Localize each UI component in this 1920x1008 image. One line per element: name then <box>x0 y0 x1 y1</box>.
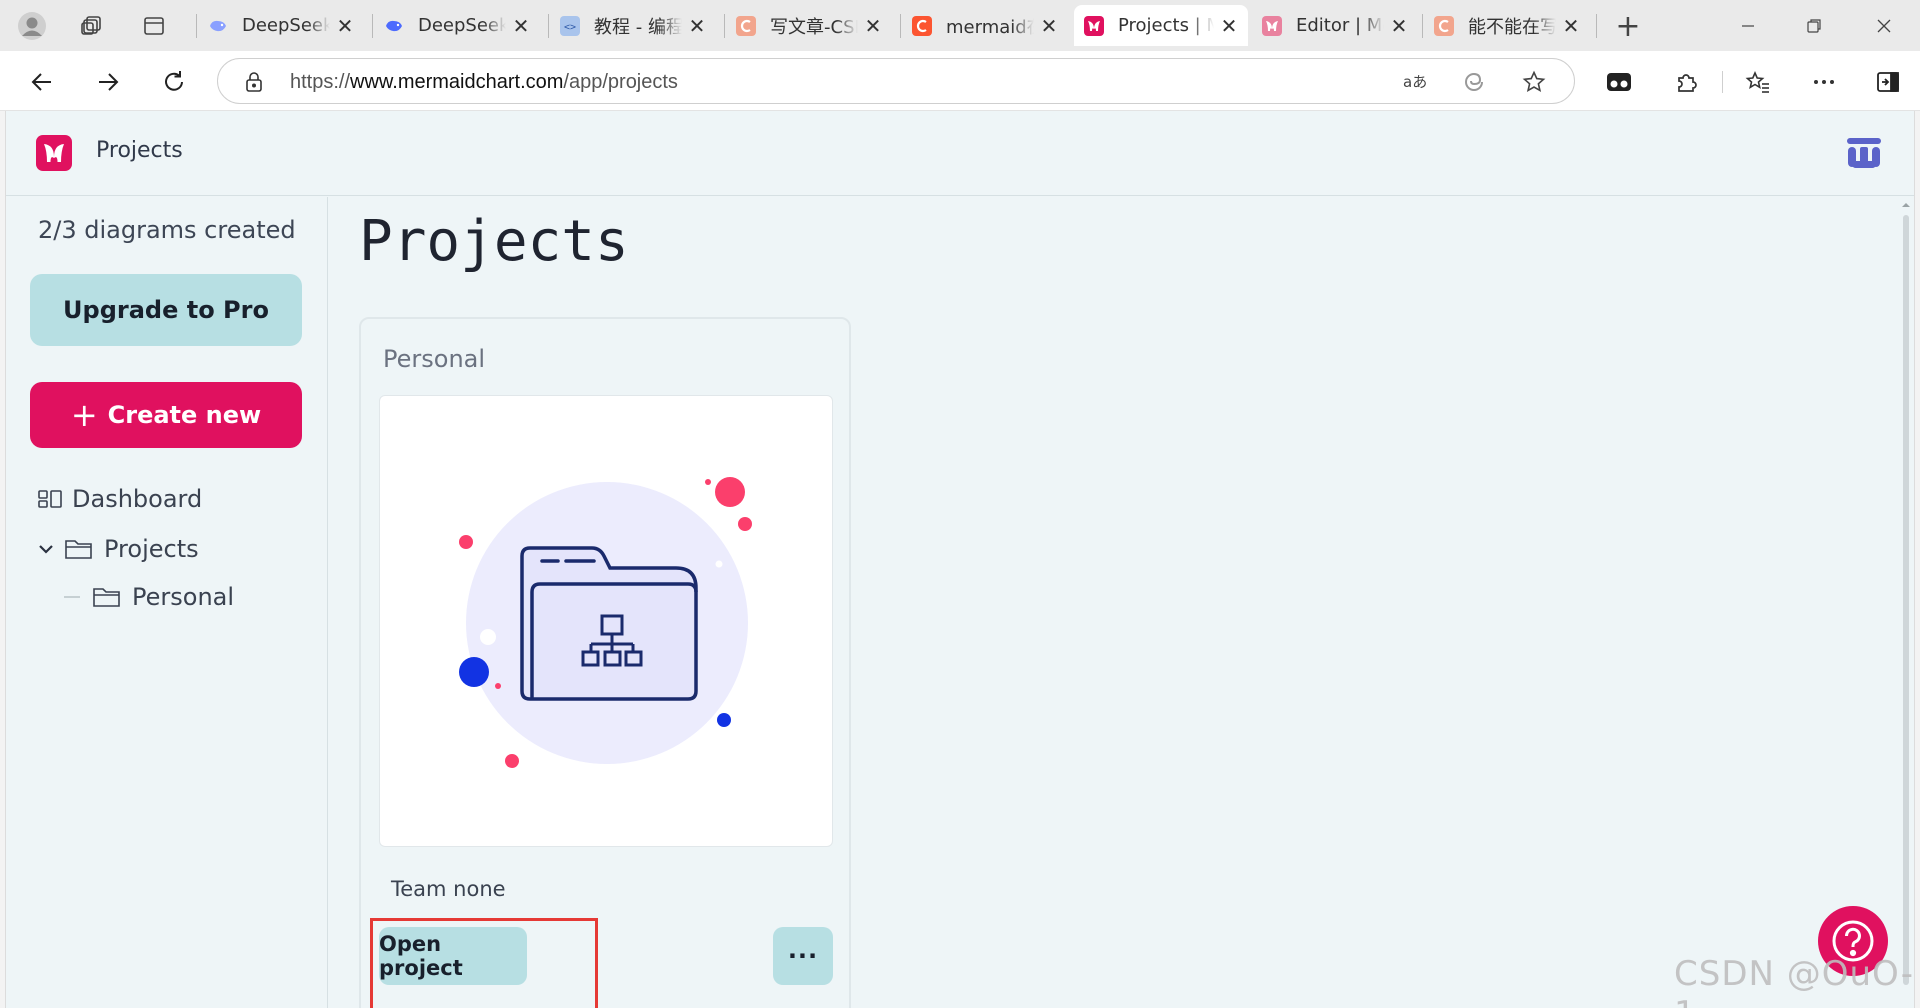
forward-button[interactable] <box>90 64 126 100</box>
close-icon[interactable]: ✕ <box>512 14 530 38</box>
browser-essentials-icon[interactable] <box>1460 68 1488 96</box>
app-header: Projects <box>6 111 1914 196</box>
project-team: Team none <box>391 877 506 901</box>
tab-deepseek-1[interactable]: DeepSeek ✕ <box>198 5 364 46</box>
sidebar: 2/3 diagrams created Upgrade to Pro + Cr… <box>6 197 328 1008</box>
plus-icon: + <box>70 396 98 434</box>
folder-icon <box>93 588 120 607</box>
mermaid-app: Projects 2/3 diagrams created Upgrade to… <box>5 111 1915 1008</box>
folder-icon <box>65 540 92 559</box>
svg-text:aあ: aあ <box>1403 73 1427 91</box>
tab-csdn-question[interactable]: 能不能在写 ✕ <box>1424 5 1590 46</box>
tab-csdn-write[interactable]: 写文章-CSDN ✕ <box>726 5 892 46</box>
close-icon[interactable]: ✕ <box>1390 14 1408 38</box>
code-doc-icon: <> <box>560 15 580 36</box>
watermark-text: CSDN @OuO-1 <box>1674 954 1915 1008</box>
svg-text:<>: <> <box>564 22 576 33</box>
diagram-quota: 2/3 diagrams created <box>38 216 296 244</box>
more-menu-icon[interactable] <box>1806 64 1842 100</box>
project-thumbnail[interactable] <box>379 395 833 847</box>
sidebar-item-personal[interactable]: Personal <box>62 583 234 611</box>
tab-title: 能不能在写 <box>1468 16 1556 38</box>
mermaid-logo-icon <box>1084 15 1104 36</box>
sidebar-item-label: Projects <box>104 535 199 563</box>
extensions-puzzle-icon[interactable] <box>1668 64 1704 100</box>
project-more-options-button[interactable]: ··· <box>773 927 833 985</box>
upgrade-to-pro-button[interactable]: Upgrade to Pro <box>30 274 302 346</box>
create-new-label: Create new <box>107 401 262 429</box>
url-path: /app/projects <box>563 71 678 93</box>
tab-title: 写文章-CSDN <box>770 16 858 38</box>
tab-title: DeepSeek <box>242 15 330 36</box>
read-aloud-icon[interactable]: aあ <box>1402 68 1430 96</box>
window-close-button[interactable] <box>1866 8 1902 44</box>
tab-csdn-mermaid[interactable]: mermaid在 ✕ <box>902 5 1068 46</box>
close-icon[interactable]: ✕ <box>1562 14 1580 38</box>
csdn-c-icon <box>736 15 756 36</box>
lock-icon[interactable] <box>240 68 268 96</box>
close-icon[interactable]: ✕ <box>336 14 354 38</box>
refresh-button[interactable] <box>156 64 192 100</box>
browser-tab-bar: DeepSeek ✕ DeepSeek ✕ <> 教程 - 编程 ✕ 写文章-C… <box>0 0 1920 51</box>
page-title: Projects <box>359 209 629 274</box>
csdn-c-icon <box>912 15 932 36</box>
tab-tutorial[interactable]: <> 教程 - 编程 ✕ <box>550 5 716 46</box>
deepseek-whale-icon <box>208 16 228 36</box>
folder-illustration-icon <box>459 477 752 768</box>
mermaid-logo-icon <box>1262 15 1282 36</box>
browser-toolbar: https://www.mermaidchart.com/app/project… <box>0 51 1920 111</box>
profile-avatar-icon[interactable] <box>14 8 50 44</box>
tab-title: Projects | M <box>1118 15 1214 36</box>
csdn-c-icon <box>1434 15 1454 36</box>
url-text[interactable]: https://www.mermaidchart.com/app/project… <box>290 71 678 94</box>
sidebar-item-label: Personal <box>132 583 235 611</box>
tab-editor[interactable]: Editor | Me ✕ <box>1252 5 1418 46</box>
close-icon[interactable]: ✕ <box>688 14 706 38</box>
annotation-highlight-box <box>370 918 598 1008</box>
sidebar-item-dashboard[interactable]: Dashboard <box>38 485 202 513</box>
favorites-list-icon[interactable] <box>1740 64 1776 100</box>
user-avatar-icon[interactable] <box>1844 133 1884 173</box>
close-icon[interactable]: ✕ <box>864 14 882 38</box>
create-new-button[interactable]: + Create new <box>30 382 302 448</box>
dashboard-icon <box>38 490 62 508</box>
url-scheme: https:// <box>290 71 351 93</box>
chevron-down-icon[interactable] <box>38 543 54 555</box>
sidebar-toggle-icon[interactable] <box>1870 64 1906 100</box>
sidebar-item-projects[interactable]: Projects <box>38 535 199 563</box>
restore-button[interactable] <box>1796 8 1832 44</box>
vertical-scrollbar[interactable] <box>1900 201 1912 1001</box>
favorite-star-icon[interactable] <box>1520 68 1548 96</box>
tab-title: DeepSeek <box>418 15 506 36</box>
back-button[interactable] <box>24 64 60 100</box>
close-icon[interactable]: ✕ <box>1220 14 1238 38</box>
tab-projects-active[interactable]: Projects | M ✕ <box>1074 5 1248 46</box>
close-icon[interactable]: ✕ <box>1040 14 1058 38</box>
project-card[interactable]: Personal Team none Open project ··· <box>359 317 851 1008</box>
tab-title: Editor | Me <box>1296 15 1384 36</box>
deepseek-whale-icon <box>384 16 404 36</box>
tab-deepseek-2[interactable]: DeepSeek ✕ <box>374 5 540 46</box>
scrollbar-thumb[interactable] <box>1903 215 1909 985</box>
extension-icon[interactable] <box>1601 64 1637 100</box>
toolbar-divider <box>1722 71 1723 93</box>
vertical-tabs-icon[interactable] <box>136 8 172 44</box>
mermaid-logo-icon[interactable] <box>36 135 72 171</box>
collections-icon[interactable] <box>74 8 110 44</box>
sidebar-item-label: Dashboard <box>72 485 203 513</box>
url-domain: www.mermaidchart.com <box>350 71 564 93</box>
tree-line-icon <box>64 596 80 598</box>
plus-icon: + <box>1615 8 1641 44</box>
main-content: Projects Personal Team none Open project… <box>329 197 1914 1008</box>
tab-title: 教程 - 编程 <box>594 16 682 38</box>
tab-title: mermaid在 <box>946 16 1034 38</box>
header-title: Projects <box>96 138 183 163</box>
minimize-button[interactable] <box>1730 8 1766 44</box>
new-tab-button[interactable]: + <box>1610 8 1646 44</box>
address-bar[interactable]: https://www.mermaidchart.com/app/project… <box>217 58 1575 104</box>
project-name: Personal <box>383 345 486 373</box>
